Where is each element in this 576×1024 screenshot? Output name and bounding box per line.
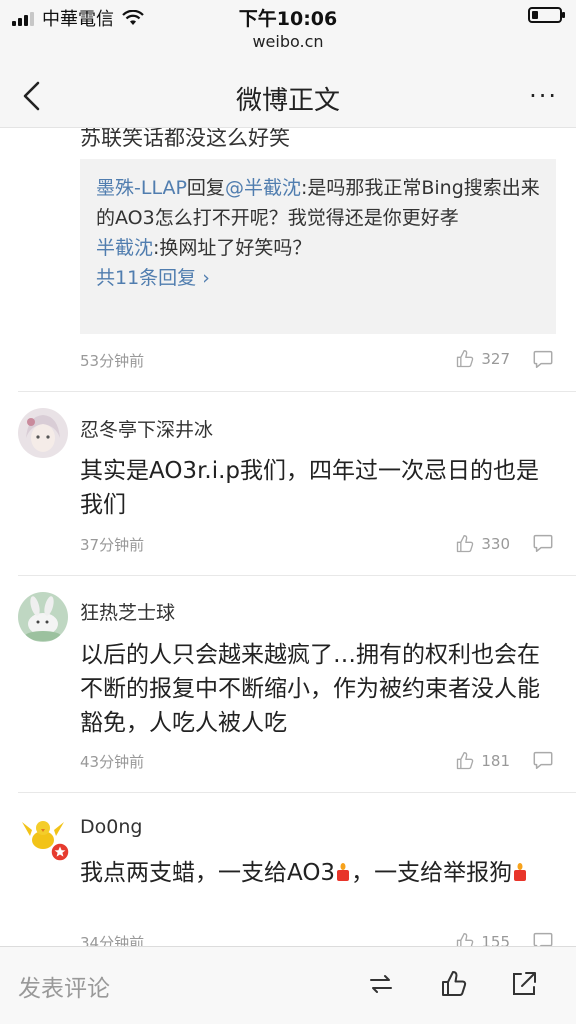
reply-mention-link[interactable]: @半截沈 <box>225 177 301 199</box>
comment-time: 53分钟前 <box>80 352 145 370</box>
like-count: 327 <box>481 350 510 368</box>
reply-word: 回复 <box>186 177 225 199</box>
comment-username[interactable]: 忍冬亭下深井冰 <box>80 415 213 442</box>
status-time: 下午10:06 <box>238 8 338 30</box>
reply-text: :换网址了好笑吗？ <box>153 237 312 259</box>
reply-preview-box[interactable]: 墨殊-LLAP回复@半截沈:是吗那我正常Bing搜索出来的AO3怎么打不开呢？我… <box>80 159 556 334</box>
comment-list: 苏联笑话都没这么好笑 墨殊-LLAP回复@半截沈:是吗那我正常Bing搜索出来的… <box>0 128 576 946</box>
battery-icon <box>528 7 565 23</box>
reply-user-link[interactable]: 半截沈 <box>96 237 153 259</box>
page-title: 微博正文 <box>235 86 340 116</box>
avatar[interactable] <box>18 810 70 862</box>
avatar[interactable] <box>18 408 68 458</box>
more-icon[interactable]: ··· <box>529 82 558 110</box>
comment-bubble-icon[interactable] <box>532 930 554 946</box>
comment-text: 其实是AO3r.i.p我们，四年过一次忌日的也是我们 <box>80 458 540 518</box>
like-button[interactable]: 181 <box>455 751 510 771</box>
comment-text: 我点两支蜡，一支给AO3 ，一支给举报狗 <box>80 856 560 890</box>
reply-item: 墨殊-LLAP回复@半截沈:是吗那我正常Bing搜索出来的AO3怎么打不开呢？我… <box>96 173 540 233</box>
like-button[interactable]: 155 <box>455 932 510 946</box>
comment-bubble-icon[interactable] <box>532 532 554 554</box>
like-button[interactable]: 330 <box>455 534 510 554</box>
comment-time: 43分钟前 <box>80 753 145 771</box>
comment-username[interactable]: 狂热芝士球 <box>80 598 175 625</box>
comment-bubble-icon[interactable] <box>532 749 554 771</box>
thumb-up-icon[interactable] <box>439 969 469 999</box>
divider <box>18 391 576 392</box>
comment-time: 34分钟前 <box>80 934 145 946</box>
comment-bubble-icon[interactable] <box>532 348 554 370</box>
candle-icon <box>512 857 528 881</box>
like-count: 181 <box>481 752 510 770</box>
more-replies-link[interactable]: 共11条回复 › <box>96 263 540 293</box>
status-bar: 中華電信 下午10:06 weibo.cn <box>0 0 576 60</box>
candle-icon <box>335 857 351 881</box>
verified-badge-icon <box>50 842 70 862</box>
like-button[interactable]: 327 <box>455 349 510 369</box>
thumb-up-icon <box>457 752 474 770</box>
comment-text: 以后的人只会越来越疯了…拥有的权利也会在不断的报复中不断缩小，作为被约束者没人能… <box>80 642 540 736</box>
share-icon[interactable] <box>509 969 539 999</box>
reply-item: 半截沈:换网址了好笑吗？ <box>96 233 540 263</box>
bottom-toolbar: 发表评论 <box>0 946 576 1024</box>
reply-user-link[interactable]: 墨殊-LLAP <box>96 177 187 199</box>
thumb-up-icon <box>457 350 474 368</box>
thumb-up-icon <box>457 535 474 553</box>
previous-comment-text: 苏联笑话都没这么好笑 <box>80 128 290 150</box>
comment-username[interactable]: Do0ng <box>80 816 142 838</box>
like-count: 155 <box>481 933 510 946</box>
url-label: weibo.cn <box>252 32 324 51</box>
divider <box>18 575 576 576</box>
repost-icon[interactable] <box>366 969 396 999</box>
like-count: 330 <box>481 535 510 553</box>
divider <box>18 792 576 793</box>
comment-time: 37分钟前 <box>80 536 145 554</box>
comment-input[interactable]: 发表评论 <box>18 969 110 1003</box>
thumb-up-icon <box>457 933 474 946</box>
nav-bar: 微博正文 ··· <box>0 60 576 128</box>
avatar[interactable] <box>18 592 68 642</box>
